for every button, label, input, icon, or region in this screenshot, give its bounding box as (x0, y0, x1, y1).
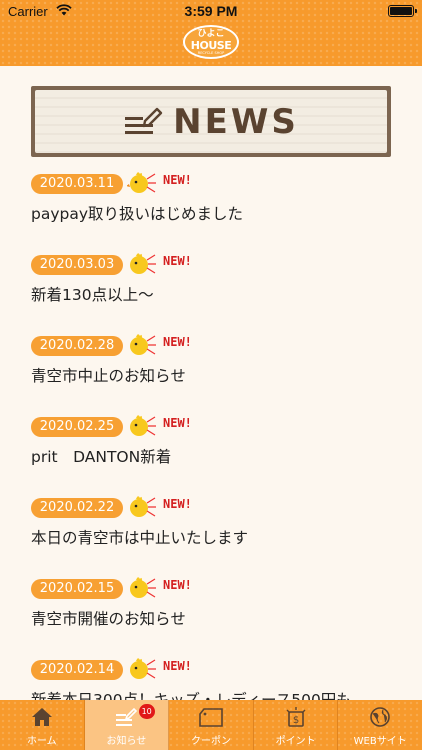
point-icon: $ (286, 707, 306, 727)
new-tag: NEW! (163, 497, 192, 511)
news-item[interactable]: 2020.03.03 NEW! 新着130点以上〜 (31, 249, 422, 319)
new-tag: NEW! (163, 659, 192, 673)
news-item[interactable]: 2020.02.28 NEW! 青空市中止のお知らせ (31, 330, 422, 400)
news-title[interactable]: 新着130点以上〜 (31, 283, 154, 305)
chick-icon (130, 577, 156, 598)
tab-label: お知らせ (106, 736, 147, 747)
news-date: 2020.02.14 (31, 660, 123, 680)
chick-icon (130, 415, 156, 436)
tab-label: WEBサイト (353, 736, 407, 747)
tab-news[interactable]: 10 お知らせ (84, 700, 170, 750)
status-bar: Carrier 3:59 PM (0, 0, 422, 22)
home-icon (31, 708, 52, 726)
tab-point[interactable]: $ ポイント (254, 700, 339, 750)
news-banner-board: NEWS (35, 90, 387, 153)
tab-home[interactable]: ホーム (0, 700, 85, 750)
news-item[interactable]: 2020.02.25 NEW! prit DANTON新着 (31, 411, 422, 481)
new-tag: NEW! (163, 254, 192, 268)
tab-label: クーポン (190, 736, 231, 747)
chick-icon (130, 253, 156, 274)
news-title[interactable]: 新着本日300点！キッズ・レディース500円も (31, 688, 352, 700)
news-item[interactable]: 2020.03.11 NEW! paypay取り扱いはじめました (31, 168, 422, 238)
news-banner-title: NEWS (173, 101, 299, 142)
news-title[interactable]: 青空市開催のお知らせ (31, 607, 186, 629)
notification-badge: 10 (138, 704, 155, 719)
news-title[interactable]: 青空市中止のお知らせ (31, 364, 186, 386)
globe-icon (370, 707, 390, 727)
news-list[interactable]: 2020.03.11 NEW! paypay取り扱いはじめました 2020.03… (0, 168, 422, 700)
tab-label: ホーム (26, 736, 57, 747)
chick-icon (130, 658, 156, 679)
new-tag: NEW! (163, 416, 192, 430)
tab-label: ポイント (275, 736, 316, 747)
app-header: Carrier 3:59 PM ひよこ HOUSE RECYCLE SHOP (0, 0, 422, 66)
news-title[interactable]: paypay取り扱いはじめました (31, 202, 243, 224)
chick-icon (130, 496, 156, 517)
chick-icon (127, 172, 156, 193)
svg-text:$: $ (292, 715, 298, 726)
memo-pencil-icon (125, 107, 163, 134)
news-title[interactable]: 本日の青空市は中止いたします (31, 526, 248, 548)
new-tag: NEW! (163, 173, 192, 187)
new-tag: NEW! (163, 335, 192, 349)
news-date: 2020.02.15 (31, 579, 123, 599)
logo-line-2: HOUSE (190, 39, 232, 52)
clock: 3:59 PM (184, 3, 238, 19)
news-banner: NEWS (31, 86, 391, 157)
news-date: 2020.02.28 (31, 336, 123, 356)
coupon-icon (199, 708, 223, 727)
news-item[interactable]: 2020.02.15 NEW! 青空市開催のお知らせ (31, 573, 422, 643)
chick-icon (130, 334, 156, 355)
news-date: 2020.02.22 (31, 498, 123, 518)
app-logo[interactable]: ひよこ HOUSE RECYCLE SHOP (183, 25, 239, 59)
tab-website[interactable]: WEBサイト (338, 700, 422, 750)
battery-icon (388, 5, 417, 17)
new-tag: NEW! (163, 578, 192, 592)
tab-bar: ホーム 10 お知らせ クーポン $ ポイント WEBサイト (0, 700, 422, 750)
news-date: 2020.03.03 (31, 255, 123, 275)
tab-coupon[interactable]: クーポン (169, 700, 254, 750)
news-item[interactable]: 2020.02.14 NEW! 新着本日300点！キッズ・レディース500円も (31, 654, 422, 700)
news-icon (116, 707, 138, 726)
news-date: 2020.02.25 (31, 417, 123, 437)
news-title[interactable]: prit DANTON新着 (31, 445, 171, 467)
news-item[interactable]: 2020.02.22 NEW! 本日の青空市は中止いたします (31, 492, 422, 562)
news-date: 2020.03.11 (31, 174, 123, 194)
